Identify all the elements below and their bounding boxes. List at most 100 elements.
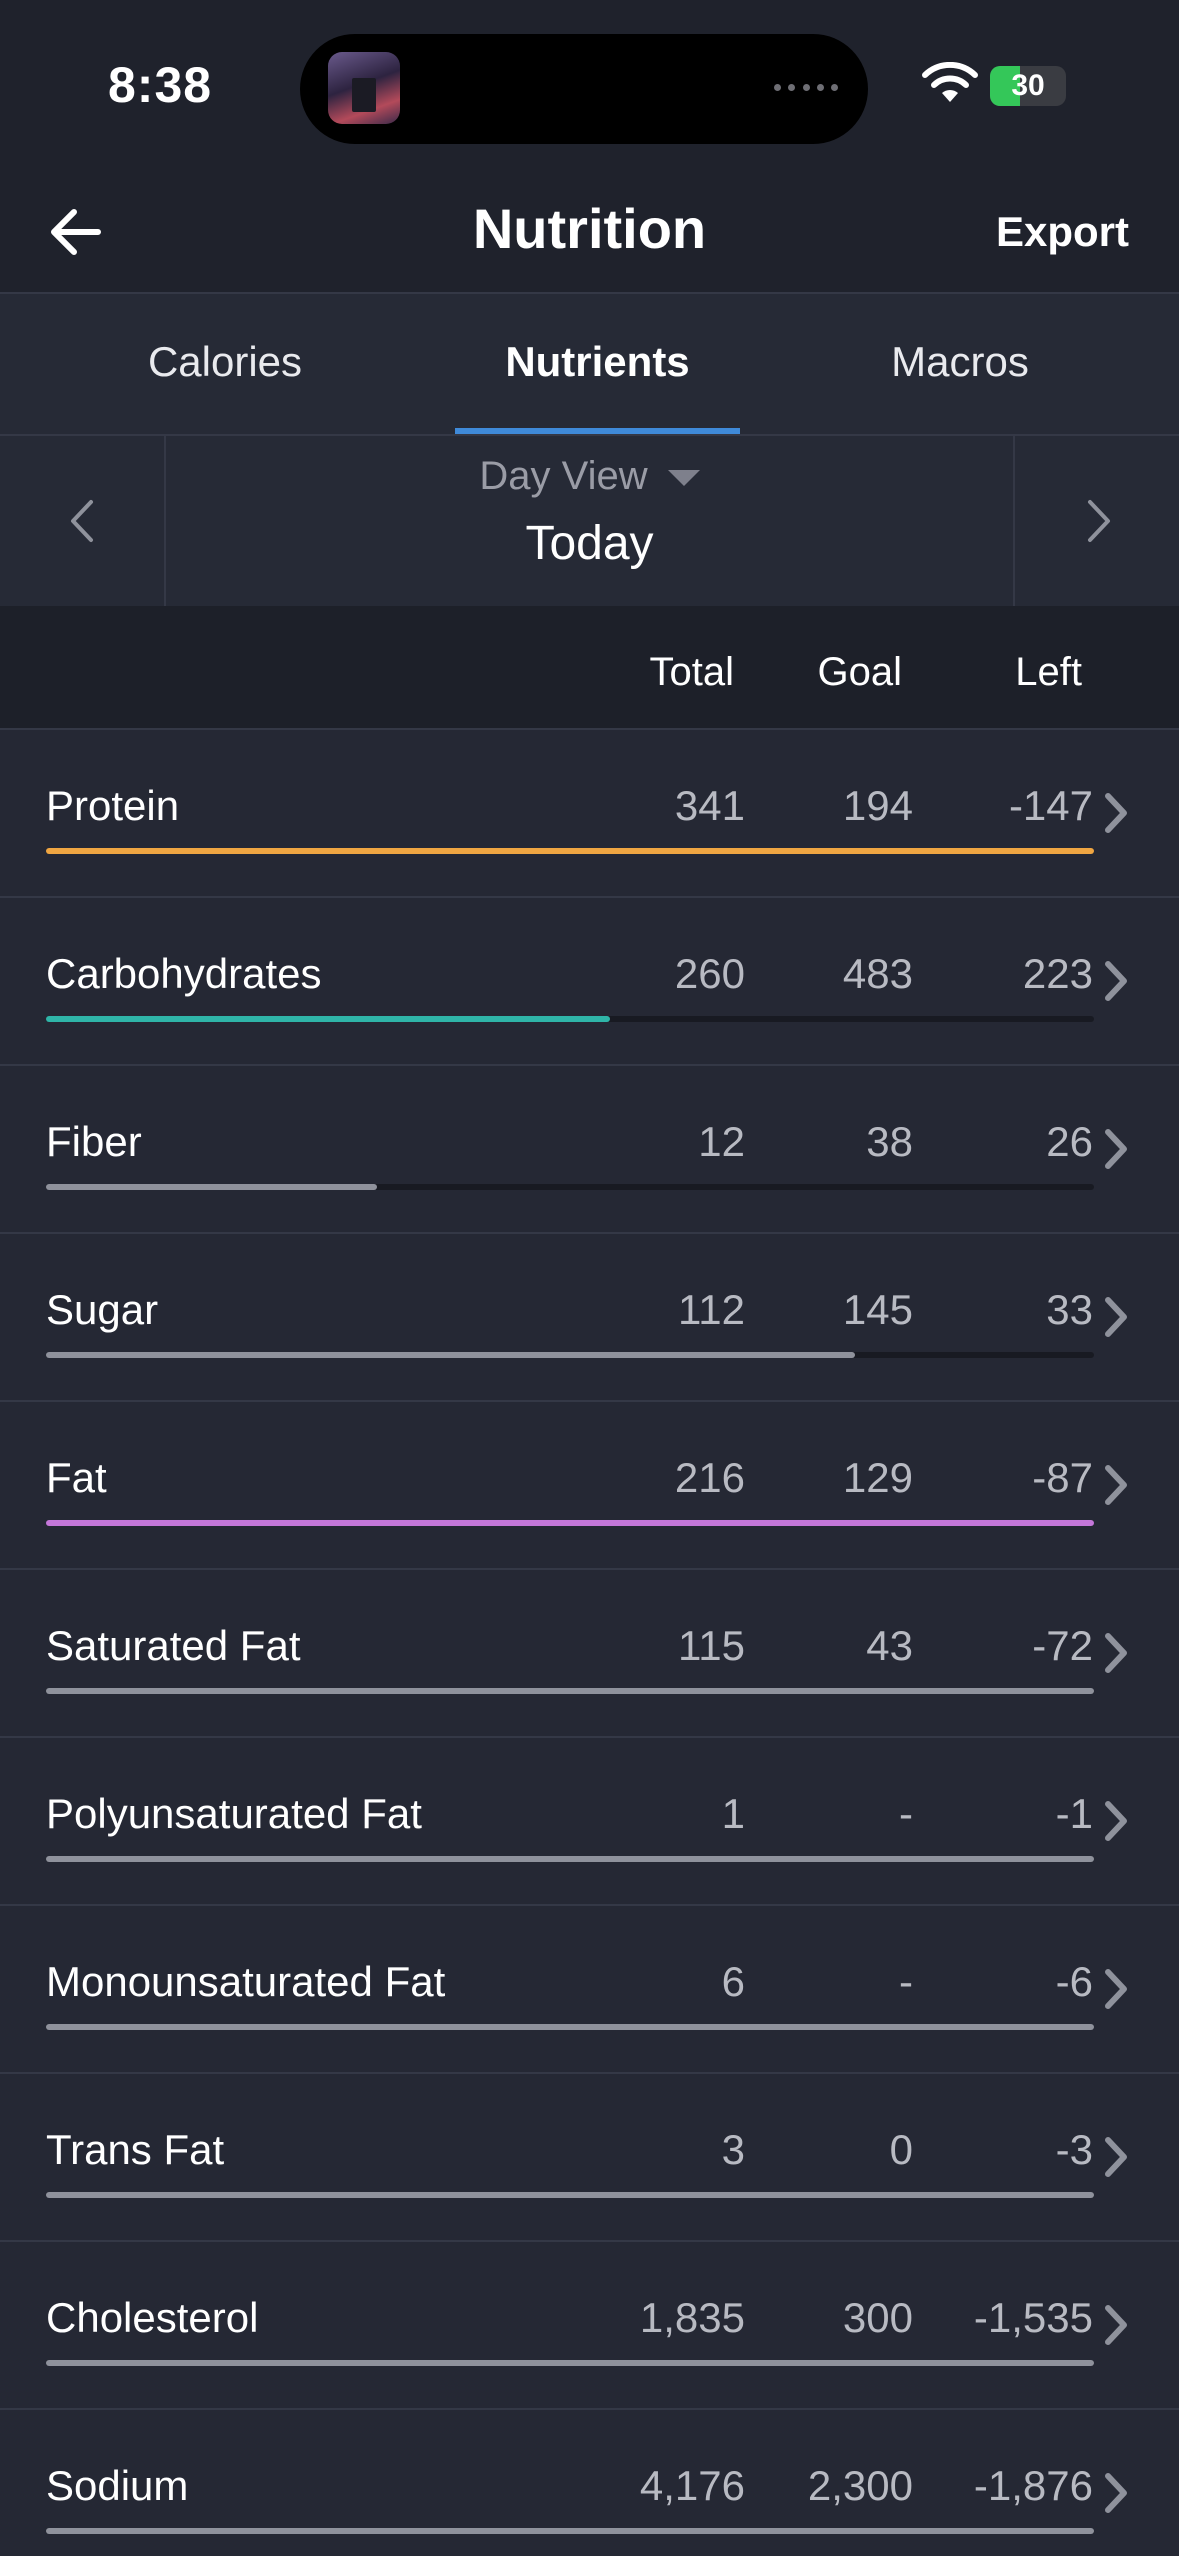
- nutrient-goal: 483: [842, 950, 913, 997]
- chevron-right-icon: [1105, 2473, 1127, 2513]
- dynamic-island[interactable]: [300, 34, 868, 144]
- nutrient-total: 6: [721, 1958, 745, 2005]
- nutrient-row[interactable]: Saturated Fat 115 43 -72: [0, 1570, 1179, 1738]
- tab-calories[interactable]: Calories: [60, 338, 390, 386]
- nutrient-left: -87: [1032, 1454, 1093, 1501]
- selected-date: Today: [525, 517, 654, 570]
- nutrient-total: 260: [674, 950, 745, 997]
- export-button[interactable]: Export: [996, 208, 1129, 256]
- tab-macros[interactable]: Macros: [800, 338, 1120, 386]
- nutrient-row[interactable]: Protein 341 194 -147: [0, 730, 1179, 898]
- wifi-icon: [922, 62, 978, 102]
- nutrient-total: 12: [698, 1118, 745, 1165]
- nutrient-left: -147: [1008, 782, 1093, 829]
- progress-track: [46, 848, 1094, 854]
- nav-header: Nutrition Export: [0, 170, 1179, 294]
- chevron-right-icon: [1105, 1633, 1127, 1673]
- nutrient-goal: -: [899, 1790, 913, 1837]
- chevron-right-icon: [1105, 2305, 1127, 2345]
- view-mode-dropdown[interactable]: Day View: [166, 454, 1013, 499]
- progress-track: [46, 2528, 1094, 2534]
- nutrient-name: Monounsaturated Fat: [46, 1958, 446, 2005]
- nutrient-goal: 145: [842, 1286, 913, 1333]
- nutrient-total: 112: [678, 1286, 745, 1333]
- chevron-right-icon: [1088, 500, 1110, 542]
- progress-track: [46, 1016, 1094, 1022]
- nutrient-row[interactable]: Fiber 12 38 26: [0, 1066, 1179, 1234]
- previous-day-button[interactable]: [0, 436, 166, 606]
- progress-track: [46, 1688, 1094, 1694]
- next-day-button[interactable]: [1013, 436, 1179, 606]
- nutrient-name: Carbohydrates: [46, 950, 322, 997]
- progress-track: [46, 1352, 1094, 1358]
- tab-nutrients[interactable]: Nutrients: [455, 338, 740, 386]
- progress-fill: [46, 2360, 1094, 2366]
- column-header-goal: Goal: [817, 650, 903, 694]
- nutrient-goal: 0: [889, 2126, 913, 2173]
- nutrient-left: -6: [1055, 1958, 1093, 2005]
- progress-fill: [46, 1184, 378, 1190]
- nutrient-name: Polyunsaturated Fat: [46, 1790, 422, 1837]
- nutrient-row[interactable]: Fat 216 129 -87: [0, 1402, 1179, 1570]
- status-time: 8:38: [108, 57, 213, 113]
- progress-fill: [46, 2192, 1094, 2198]
- nutrient-name: Protein: [46, 782, 180, 829]
- nutrient-goal: 300: [842, 2294, 913, 2341]
- nutrient-row[interactable]: Monounsaturated Fat 6 - -6: [0, 1906, 1179, 2074]
- caret-down-icon: [667, 470, 700, 487]
- nutrient-row[interactable]: Polyunsaturated Fat 1 - -1: [0, 1738, 1179, 1906]
- nutrient-row[interactable]: Sugar 112 145 33: [0, 1234, 1179, 1402]
- nutrient-left: 26: [1046, 1118, 1093, 1165]
- status-bar: 8:38 30: [0, 0, 1179, 170]
- nutrient-name: Trans Fat: [46, 2126, 225, 2173]
- date-navigator: Day View Today: [0, 436, 1179, 606]
- nutrient-name: Saturated Fat: [46, 1622, 301, 1669]
- nutrient-goal: 129: [842, 1454, 913, 1501]
- nutrient-goal: 194: [842, 782, 913, 829]
- nutrient-list: Protein 341 194 -147 Carbohydrates 260 483 223 F…: [0, 730, 1179, 2556]
- nutrient-left: -1,876: [973, 2462, 1093, 2509]
- progress-fill: [46, 2024, 1094, 2030]
- nutrient-total: 1: [721, 1790, 745, 1837]
- column-header-left: Left: [1015, 650, 1082, 694]
- chevron-right-icon: [1105, 793, 1127, 833]
- progress-fill: [46, 1688, 1094, 1694]
- progress-fill: [46, 1856, 1094, 1862]
- progress-track: [46, 2192, 1094, 2198]
- progress-track: [46, 1856, 1094, 1862]
- progress-fill: [46, 2528, 1094, 2534]
- chevron-right-icon: [1105, 1969, 1127, 2009]
- nutrient-name: Fat: [46, 1454, 107, 1501]
- audio-waveform-icon: [774, 78, 838, 98]
- view-mode-label: Day View: [479, 454, 648, 498]
- nutrient-total: 3: [721, 2126, 745, 2173]
- chevron-right-icon: [1105, 2137, 1127, 2177]
- nutrient-left: -1,535: [973, 2294, 1093, 2341]
- column-header-total: Total: [649, 650, 735, 694]
- nutrient-name: Fiber: [46, 1118, 142, 1165]
- progress-track: [46, 1520, 1094, 1526]
- nutrient-name: Sodium: [46, 2462, 189, 2509]
- nutrient-total: 115: [678, 1622, 745, 1669]
- progress-track: [46, 2360, 1094, 2366]
- progress-fill: [46, 848, 1094, 854]
- chevron-right-icon: [1105, 1465, 1127, 1505]
- battery-percent: 30: [1011, 69, 1045, 102]
- nutrient-left: -1: [1055, 1790, 1093, 1837]
- nutrient-total: 341: [674, 782, 745, 829]
- nutrient-row[interactable]: Sodium 4,176 2,300 -1,876: [0, 2410, 1179, 2556]
- nutrient-goal: 43: [866, 1622, 913, 1669]
- nutrient-row[interactable]: Trans Fat 3 0 -3: [0, 2074, 1179, 2242]
- nutrient-row[interactable]: Cholesterol 1,835 300 -1,535: [0, 2242, 1179, 2410]
- nutrient-left: 33: [1046, 1286, 1093, 1333]
- nutrient-total: 4,176: [639, 2462, 745, 2509]
- active-tab-indicator: [455, 428, 740, 434]
- progress-track: [46, 1184, 1094, 1190]
- now-playing-artwork: [328, 52, 400, 124]
- chevron-left-icon: [71, 500, 93, 542]
- nutrient-total: 216: [674, 1454, 745, 1501]
- table-header: Total Goal Left: [0, 606, 1179, 730]
- progress-fill: [46, 1016, 610, 1022]
- nutrient-row[interactable]: Carbohydrates 260 483 223: [0, 898, 1179, 1066]
- nutrient-left: -3: [1055, 2126, 1093, 2173]
